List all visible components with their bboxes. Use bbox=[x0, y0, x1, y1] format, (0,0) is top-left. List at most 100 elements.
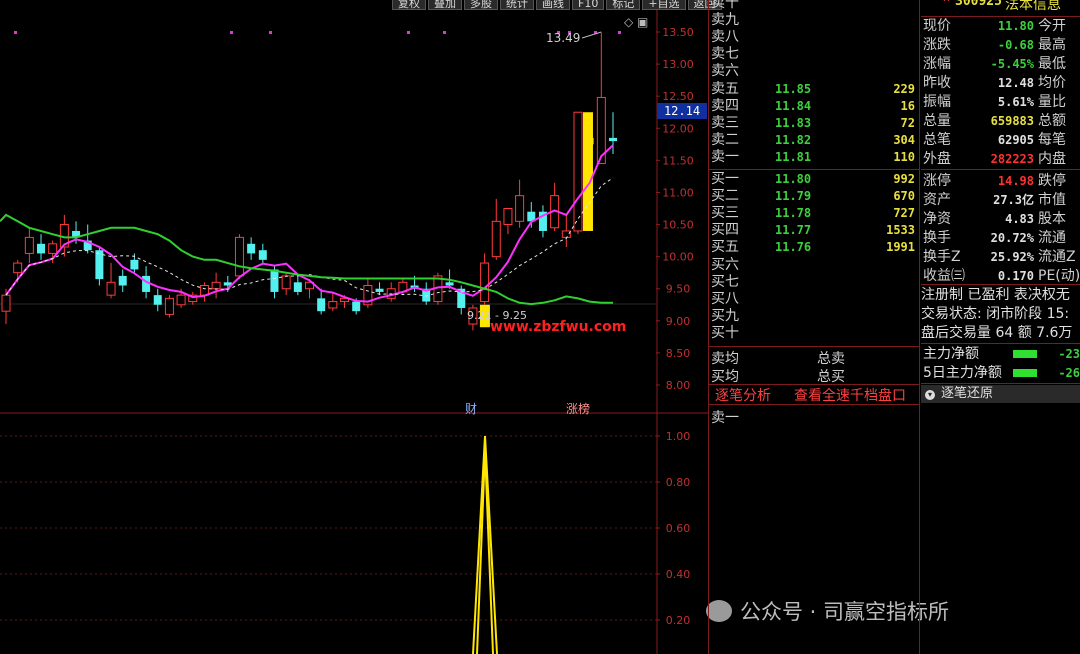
toolbar-button-6[interactable]: 标记 bbox=[606, 0, 641, 10]
price-axis-label: 12.50 bbox=[662, 90, 694, 103]
indicator-axis-label: 0.40 bbox=[666, 568, 691, 581]
price-axis-label: 8.50 bbox=[666, 347, 691, 360]
ob-price: 11.81 bbox=[775, 149, 812, 164]
buy-row-10[interactable]: 买十 bbox=[709, 324, 919, 343]
chart-toolbar: 复权 叠加 多股 统计 画线 F10 标记 +自选 返回 bbox=[392, 0, 724, 10]
toolbar-button-3[interactable]: 统计 bbox=[500, 0, 534, 10]
total-buy-label: 总买 bbox=[817, 369, 845, 385]
chart-corner-icon[interactable]: ◇ ▣ bbox=[624, 15, 648, 29]
indicator-axis-label: 1.00 bbox=[666, 430, 691, 443]
candle-body bbox=[480, 262, 490, 303]
event-label-zhangbang[interactable]: 涨榜 bbox=[566, 400, 590, 417]
tab-tick-analysis[interactable]: 逐笔分析 bbox=[715, 385, 771, 405]
signal-dot bbox=[269, 31, 272, 34]
trend-line bbox=[0, 213, 613, 306]
ob-label: 卖一 bbox=[711, 148, 739, 165]
tab-fullspeed-book[interactable]: 查看全速千档盘口 bbox=[794, 385, 906, 405]
quote-key: 现价 bbox=[923, 18, 951, 34]
price-axis-label: 9.50 bbox=[666, 283, 691, 296]
quote-value: 62905 bbox=[997, 133, 1034, 147]
quote-key: 昨收 bbox=[923, 75, 951, 91]
indicator-axis-label: 0.60 bbox=[666, 522, 691, 535]
registration-line: 注册制 已盈利 表决权无 bbox=[921, 287, 1070, 303]
quote-key2: 流通 bbox=[1038, 230, 1066, 246]
quote-key2: 跌停 bbox=[1038, 173, 1066, 189]
toolbar-button-7[interactable]: +自选 bbox=[642, 0, 686, 10]
toolbar-button-2[interactable]: 多股 bbox=[464, 0, 498, 10]
quote-value: 14.98 bbox=[997, 174, 1034, 188]
toolbar-button-1[interactable]: 叠加 bbox=[428, 0, 462, 10]
after-hours-line: 盘后交易量 64 额 7.6万 bbox=[921, 325, 1073, 341]
quote-divider bbox=[921, 383, 1080, 384]
candle-body bbox=[328, 301, 338, 309]
quote-value: 27.3亿 bbox=[993, 193, 1034, 207]
quote-key: 资产 bbox=[923, 192, 951, 208]
buy-avg-label: 买均 bbox=[711, 369, 739, 385]
signal-dot bbox=[230, 31, 233, 34]
price-axis-label: 13.50 bbox=[662, 26, 694, 39]
toolbar-button-0[interactable]: 复权 bbox=[392, 0, 426, 10]
quote-key: 振幅 bbox=[923, 94, 951, 110]
candle-body bbox=[375, 288, 384, 292]
quote-row: 涨跌 -0.68 最高 bbox=[921, 36, 1080, 55]
five-day-net-flow-row[interactable]: 5日主力净额 -26 bbox=[921, 364, 1080, 383]
quote-key: 外盘 bbox=[923, 151, 951, 167]
candle-body bbox=[270, 269, 279, 292]
price-axis-label: 11.00 bbox=[662, 186, 694, 199]
quote-value: -0.68 bbox=[997, 38, 1034, 52]
price-axis-label: 10.50 bbox=[662, 219, 694, 232]
price-axis-label: 12.00 bbox=[662, 122, 694, 135]
quote-row: 涨停 14.98 跌停 bbox=[921, 172, 1080, 191]
candle-body bbox=[247, 243, 256, 254]
quote-row: 总量 659883 总额 bbox=[921, 112, 1080, 131]
candle-body bbox=[176, 294, 186, 306]
flow-bar bbox=[1013, 369, 1037, 377]
candle-body bbox=[1, 294, 11, 312]
quote-row: 资产 27.3亿 市值 bbox=[921, 191, 1080, 210]
ob-label: 买十 bbox=[711, 324, 739, 341]
signal-dot bbox=[618, 31, 621, 34]
quote-divider bbox=[921, 169, 1080, 170]
candle-body bbox=[352, 301, 361, 312]
candle-body bbox=[130, 259, 139, 270]
quote-panel: R 300925法本信息现价 11.80 今开涨跌 -0.68 最高涨幅 -5.45% 最低昨… bbox=[921, 0, 1080, 654]
price-axis-label: 13.00 bbox=[662, 58, 694, 71]
candle-body bbox=[561, 230, 571, 238]
candle-body bbox=[258, 250, 267, 260]
main-net-flow-row[interactable]: 主力净额 -23 bbox=[921, 345, 1080, 364]
quote-value: 5.61% bbox=[997, 95, 1034, 109]
indicator-axis-label: 0.20 bbox=[666, 614, 691, 627]
price-axis-label: 9.00 bbox=[666, 315, 691, 328]
flow-value: -26 bbox=[1058, 366, 1080, 380]
quote-key2: 最高 bbox=[1038, 37, 1066, 53]
candle-body bbox=[153, 295, 162, 305]
quote-key2: 最低 bbox=[1038, 56, 1066, 72]
quote-row: 现价 11.80 今开 bbox=[921, 17, 1080, 36]
signal-dot bbox=[443, 31, 446, 34]
price-axis-label: 8.00 bbox=[666, 379, 691, 392]
stock-name: 法本信息 bbox=[1005, 0, 1061, 13]
quote-value: 4.83 bbox=[1005, 212, 1034, 226]
quote-divider bbox=[921, 284, 1080, 285]
quote-key2: 每笔 bbox=[1038, 132, 1066, 148]
tick-restore-button[interactable]: ▾ 逐笔还原 bbox=[921, 385, 1080, 403]
quote-key2: 市值 bbox=[1038, 192, 1066, 208]
order-book: 卖十 卖九 卖八 卖七 卖六 卖五 11.85 229 卖四 11.84 16 卖三 11.83 72 卖二… bbox=[708, 0, 920, 654]
toolbar-button-4[interactable]: 画线 bbox=[536, 0, 570, 10]
quote-key2: 量比 bbox=[1038, 94, 1066, 110]
ob-divider bbox=[709, 346, 919, 347]
quote-key2: 总额 bbox=[1038, 113, 1066, 129]
quote-row: 外盘 282223 内盘 bbox=[921, 150, 1080, 169]
r-badge: R bbox=[943, 0, 949, 4]
tick-restore-label: 逐笔还原 bbox=[941, 386, 994, 401]
quote-row: 换手Z 25.92% 流通Z bbox=[921, 248, 1080, 267]
sell-row-1[interactable]: 卖一 11.81 110 bbox=[709, 148, 919, 167]
event-label-cai[interactable]: 财 bbox=[465, 400, 477, 417]
price-axis-label: 11.50 bbox=[662, 154, 694, 167]
quote-row: 振幅 5.61% 量比 bbox=[921, 93, 1080, 112]
quote-key: 换手 bbox=[923, 230, 951, 246]
current-price-tag: 12.14 bbox=[657, 103, 707, 119]
flow-value: -23 bbox=[1058, 347, 1080, 361]
high-marker-arrow bbox=[581, 31, 602, 39]
toolbar-button-5[interactable]: F10 bbox=[572, 0, 605, 10]
